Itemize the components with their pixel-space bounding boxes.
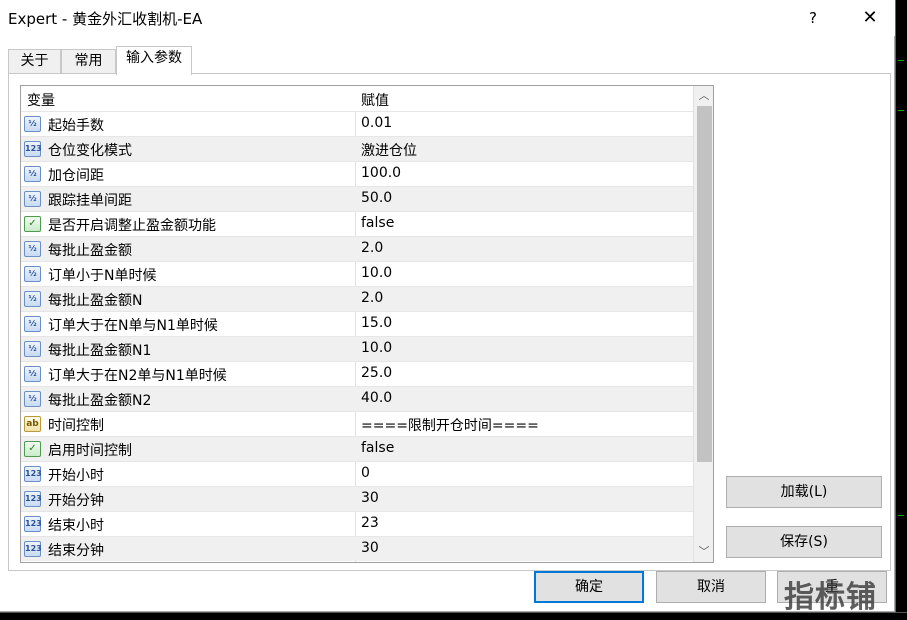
chart-background-edge [895,0,907,620]
variable-value[interactable]: 30 [361,490,379,506]
input-row[interactable]: ½ 加仓间距 100.0 [21,161,693,186]
int-type-icon: 123 [24,516,42,532]
watermark-logo: 指标铺 [784,580,877,615]
scroll-down-icon[interactable]: ﹀ [694,542,713,562]
input-row[interactable]: ab 时间控制 ====限制开仓时间==== [21,411,693,436]
chart-tick [898,60,904,61]
vertical-scrollbar[interactable]: ︿ ﹀ [693,86,713,562]
column-header-variable[interactable]: 变量 [27,90,55,110]
int-type-icon: 123 [24,141,42,157]
double-type-icon: ½ [24,266,41,282]
variable-value[interactable]: 0.01 [361,115,392,131]
input-row[interactable]: 123 开始分钟 30 [21,486,693,511]
variable-name: 跟踪挂单间距 [48,193,132,209]
variable-value[interactable]: 50.0 [361,190,392,206]
input-row[interactable]: ½ 跟踪挂单间距 50.0 [21,186,693,211]
variable-name: 开始小时 [48,468,104,484]
variable-name: 每批止盈金额 [48,243,132,259]
scroll-thumb[interactable] [697,106,712,462]
chart-tick [898,515,904,516]
int-type-icon: 123 [24,466,42,482]
variable-name: 起始手数 [48,118,104,134]
input-row[interactable]: ½ 订单大于在N2单与N1单时候 25.0 [21,361,693,386]
tab-common[interactable]: 常用 [61,49,116,74]
title-bar[interactable]: Expert - 黄金外汇收割机-EA ? ✕ [0,0,895,36]
variable-name: 订单大于在N2单与N1单时候 [48,368,227,384]
variable-value[interactable]: 30 [361,540,379,556]
double-type-icon: ½ [24,291,41,307]
input-row[interactable]: 123 结束分钟 30 [21,536,693,561]
variable-value[interactable]: 2.0 [361,240,383,256]
tab-about[interactable]: 关于 [8,49,61,74]
tab-inputs[interactable]: 输入参数 [116,46,192,75]
double-type-icon: ½ [24,241,41,257]
variable-value[interactable]: false [361,215,394,231]
inputs-grid: 变量 赋值 ½ 起始手数 0.01 123 仓位变化模式 激进仓位 ½ 加仓间距 100.0 ½ 跟… [20,85,714,563]
variable-name: 每批止盈金额N [48,293,143,309]
ok-button[interactable]: 确定 [534,571,644,603]
variable-value[interactable]: 100.0 [361,165,401,181]
variable-name: 加仓间距 [48,168,104,184]
input-row[interactable]: ½ 每批止盈金额 2.0 [21,236,693,261]
variable-name: 结束小时 [48,518,104,534]
input-row[interactable]: ½ 每批止盈金额N 2.0 [21,286,693,311]
variable-name: 开始分钟 [48,493,104,509]
variable-value[interactable]: 40.0 [361,390,392,406]
input-row[interactable]: ✓ 是否开启调整止盈金额功能 false [21,211,693,236]
input-row[interactable]: ½ 起始手数 0.01 [21,111,693,136]
input-row[interactable]: ½ 每批止盈金额N1 10.0 [21,336,693,361]
variable-value[interactable]: ====限制开仓时间==== [361,415,539,435]
variable-name: 是否开启调整止盈金额功能 [48,218,216,234]
bool-type-icon: ✓ [24,216,41,232]
variable-value[interactable]: 2.0 [361,290,383,306]
variable-value[interactable]: 激进仓位 [361,140,417,160]
window-title: Expert - 黄金外汇收割机-EA [8,10,203,28]
input-row[interactable]: ½ 订单小于N单时候 10.0 [21,261,693,286]
chart-tick [898,110,904,111]
variable-name: 时间控制 [48,418,104,434]
double-type-icon: ½ [24,391,41,407]
double-type-icon: ½ [24,116,41,132]
close-icon[interactable]: ✕ [858,6,882,30]
double-type-icon: ½ [24,341,41,357]
int-type-icon: 123 [24,491,42,507]
save-button[interactable]: 保存(S) [726,526,882,558]
string-type-icon: ab [24,416,41,432]
input-row[interactable]: ✓ 启用时间控制 false [21,436,693,461]
help-icon[interactable]: ? [802,6,824,30]
cancel-button[interactable]: 取消 [656,571,766,603]
variable-name: 订单大于在N单与N1单时候 [48,318,218,334]
chart-bottom-edge [0,612,907,620]
input-row[interactable]: 123 仓位变化模式 激进仓位 [21,136,693,161]
variable-value[interactable]: 0 [361,465,370,481]
variable-name: 每批止盈金额N1 [48,343,152,359]
variable-name: 订单小于N单时候 [48,268,157,284]
input-row[interactable]: ½ 订单大于在N单与N1单时候 15.0 [21,311,693,336]
variable-name: 结束分钟 [48,543,104,559]
input-row[interactable]: 123 开始小时 0 [21,461,693,486]
bool-type-icon: ✓ [24,441,41,457]
load-button[interactable]: 加载(L) [726,476,882,508]
variable-value[interactable]: 10.0 [361,340,392,356]
grid-header: 变量 赋值 [21,86,693,111]
variable-name: 仓位变化模式 [48,143,132,159]
variable-value[interactable]: 15.0 [361,315,392,331]
variable-name: 每批止盈金额N2 [48,393,152,409]
double-type-icon: ½ [24,166,41,182]
input-row[interactable]: 123 结束小时 23 [21,511,693,536]
input-row[interactable]: ½ 每批止盈金额N2 40.0 [21,386,693,411]
scroll-up-icon[interactable]: ︿ [694,86,713,106]
variable-value[interactable]: 23 [361,515,379,531]
variable-value[interactable]: 10.0 [361,265,392,281]
int-type-icon: 123 [24,541,42,557]
column-header-value[interactable]: 赋值 [361,90,389,110]
double-type-icon: ½ [24,366,41,382]
variable-value[interactable]: false [361,440,394,456]
double-type-icon: ½ [24,191,41,207]
grid-rows: ½ 起始手数 0.01 123 仓位变化模式 激进仓位 ½ 加仓间距 100.0 ½ 跟踪挂单间距 5… [21,111,693,561]
variable-name: 启用时间控制 [48,443,132,459]
double-type-icon: ½ [24,316,41,332]
expert-properties-dialog: Expert - 黄金外汇收割机-EA ? ✕ 关于 常用 输入参数 变量 赋值… [0,0,895,612]
variable-value[interactable]: 25.0 [361,365,392,381]
